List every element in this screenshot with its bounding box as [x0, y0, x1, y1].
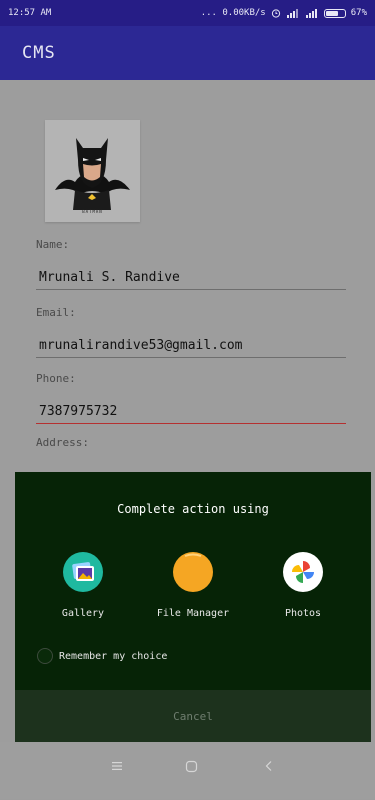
file-manager-icon [173, 552, 213, 592]
battery-percent: 67% [350, 8, 367, 18]
name-label: Name: [36, 238, 70, 251]
status-time: 12:57 AM [8, 8, 52, 18]
cancel-button[interactable]: Cancel [15, 690, 371, 742]
batman-icon [55, 138, 130, 210]
remember-radio[interactable] [37, 648, 53, 664]
signal-icon-2 [305, 8, 317, 18]
remember-label: Remember my choice [59, 650, 168, 662]
alarm-icon [271, 9, 280, 18]
option-file-manager[interactable]: File Manager [143, 552, 243, 619]
photos-icon [283, 552, 323, 592]
status-icons: ... 0.00KB/s 67% [201, 8, 367, 18]
gallery-label: Gallery [61, 608, 105, 619]
email-label: Email: [36, 306, 76, 319]
phone-label: Phone: [36, 372, 76, 385]
address-label: Address: [36, 436, 89, 449]
avatar-caption: BATMAN [82, 209, 103, 214]
dialog-title: Complete action using [117, 502, 269, 516]
menu-icon[interactable] [111, 760, 123, 772]
app-title: CMS [22, 43, 56, 63]
gallery-icon [63, 552, 103, 592]
network-speed: ... 0.00KB/s [200, 8, 266, 18]
remember-choice[interactable]: Remember my choice [37, 648, 167, 664]
photos-label: Photos [284, 608, 322, 619]
back-icon[interactable] [264, 760, 274, 772]
app-bar: CMS [0, 26, 375, 80]
status-bar: 12:57 AM ... 0.00KB/s 67% [0, 0, 375, 26]
phone-field[interactable]: 7387975732 [36, 394, 346, 424]
cancel-label: Cancel [173, 709, 213, 723]
battery-icon [323, 8, 346, 18]
signal-icon [286, 8, 298, 18]
battery-fill [325, 10, 338, 16]
option-gallery[interactable]: Gallery [33, 552, 133, 619]
home-icon[interactable] [185, 760, 198, 773]
nav-bar [0, 742, 375, 799]
email-field[interactable]: mrunalirandive53@gmail.com [36, 328, 346, 358]
chooser-dialog: Complete action using Gallery File Manag… [15, 472, 371, 742]
option-photos[interactable]: Photos [253, 552, 353, 619]
name-field[interactable]: Mrunali S. Randive [36, 260, 346, 290]
file-manager-label: File Manager [156, 608, 230, 619]
avatar[interactable]: BATMAN [45, 120, 140, 222]
